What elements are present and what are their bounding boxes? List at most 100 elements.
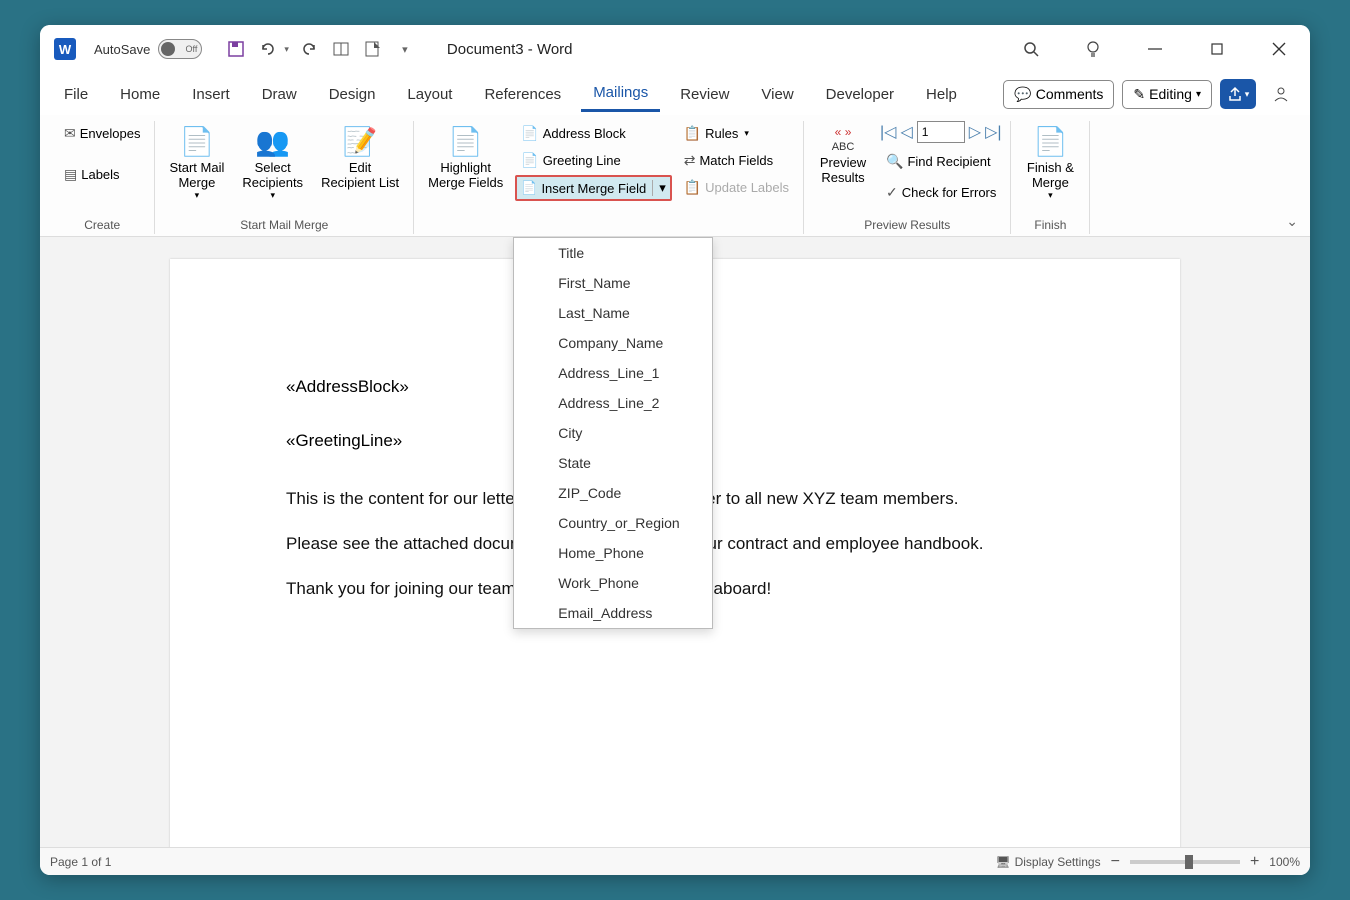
doc-field-icon: 📄 xyxy=(521,180,537,196)
merge-field-item[interactable]: Address_Line_1 xyxy=(514,358,712,388)
rules-icon: 📋 xyxy=(684,125,701,142)
comments-button[interactable]: 💬Comments xyxy=(1003,80,1114,109)
first-record-button[interactable]: |◁ xyxy=(880,122,896,142)
chevron-down-icon[interactable]: ▾ xyxy=(652,180,666,196)
tab-design[interactable]: Design xyxy=(317,78,388,111)
update-icon: 📋 xyxy=(684,179,701,196)
zoom-slider[interactable] xyxy=(1130,860,1240,864)
display-settings-button[interactable]: 🖥Display Settings xyxy=(995,855,1100,869)
editing-mode-button[interactable]: ✎Editing▾ xyxy=(1122,80,1212,109)
finish-merge-button[interactable]: 📄Finish & Merge▾ xyxy=(1019,121,1081,205)
qat-icon-2[interactable] xyxy=(361,37,385,61)
chevron-down-icon: ▾ xyxy=(1196,89,1201,100)
merge-field-item[interactable]: Work_Phone xyxy=(514,568,712,598)
zoom-in-button[interactable]: + xyxy=(1250,853,1259,871)
next-record-button[interactable]: ▷ xyxy=(969,122,981,142)
group-preview: « »ABCPreview Results |◁ ◁ ▷ ▷| 🔍Find Re… xyxy=(804,121,1011,234)
qat-customize[interactable]: ▾ xyxy=(393,37,417,61)
update-labels-button: 📋Update Labels xyxy=(678,175,795,200)
merge-field-item[interactable]: First_Name xyxy=(514,268,712,298)
tab-layout[interactable]: Layout xyxy=(395,78,464,111)
match-fields-button[interactable]: ⇄Match Fields xyxy=(678,148,795,173)
tab-file[interactable]: File xyxy=(52,78,100,111)
address-block-button[interactable]: 📄Address Block xyxy=(515,121,671,146)
tab-review[interactable]: Review xyxy=(668,78,741,111)
monitor-icon: 🖥 xyxy=(995,855,1010,869)
envelope-icon: ✉ xyxy=(64,125,76,142)
doc-icon: 📄 xyxy=(521,125,538,142)
match-icon: ⇄ xyxy=(684,152,696,169)
tab-view[interactable]: View xyxy=(749,78,805,111)
merge-field-item[interactable]: State xyxy=(514,448,712,478)
find-icon: 🔍 xyxy=(886,153,903,170)
highlight-merge-fields-button[interactable]: 📄Highlight Merge Fields xyxy=(422,121,509,194)
select-recipients-button[interactable]: 👥Select Recipients▾ xyxy=(236,121,309,205)
doc-icon: 📄 xyxy=(521,152,538,169)
app-window: AutoSave Off ▾ ▾ Document3 - Word File H… xyxy=(40,25,1310,875)
merge-field-item[interactable]: City xyxy=(514,418,712,448)
tab-mailings[interactable]: Mailings xyxy=(581,76,660,112)
insert-merge-field-button[interactable]: 📄 Insert Merge Field ▾ xyxy=(515,175,671,201)
tab-home[interactable]: Home xyxy=(108,78,172,111)
group-finish: 📄Finish & Merge▾ Finish xyxy=(1011,121,1090,234)
idea-icon[interactable] xyxy=(1076,32,1110,66)
save-button[interactable] xyxy=(224,37,248,61)
edit-list-icon: 📝 xyxy=(343,125,378,158)
labels-button[interactable]: ▤Labels xyxy=(58,162,146,187)
close-button[interactable] xyxy=(1262,32,1296,66)
merge-field-dropdown: TitleFirst_NameLast_NameCompany_NameAddr… xyxy=(513,237,713,629)
collapse-ribbon-button[interactable]: ⌄ xyxy=(1286,213,1298,230)
title-bar: AutoSave Off ▾ ▾ Document3 - Word xyxy=(40,25,1310,73)
group-start-merge: 📄Start Mail Merge▾ 👥Select Recipients▾ 📝… xyxy=(155,121,414,234)
merge-field-item[interactable]: Country_or_Region xyxy=(514,508,712,538)
redo-button[interactable] xyxy=(297,37,321,61)
maximize-button[interactable] xyxy=(1200,32,1234,66)
tab-help[interactable]: Help xyxy=(914,78,969,111)
autosave-label: AutoSave xyxy=(94,42,150,57)
tab-developer[interactable]: Developer xyxy=(814,78,906,111)
merge-field-item[interactable]: Home_Phone xyxy=(514,538,712,568)
account-icon[interactable] xyxy=(1264,77,1298,111)
record-number-input[interactable] xyxy=(917,121,965,143)
greeting-line-button[interactable]: 📄Greeting Line xyxy=(515,148,671,173)
record-navigation: |◁ ◁ ▷ ▷| xyxy=(880,121,1002,143)
highlight-icon: 📄 xyxy=(448,125,483,158)
group-create: ✉Envelopes ▤Labels Create xyxy=(50,121,155,234)
undo-dropdown[interactable]: ▾ xyxy=(284,44,289,55)
share-button[interactable]: ▾ xyxy=(1220,79,1256,109)
envelopes-button[interactable]: ✉Envelopes xyxy=(58,121,146,146)
tab-insert[interactable]: Insert xyxy=(180,78,242,111)
people-icon: 👥 xyxy=(255,125,290,158)
merge-field-item[interactable]: Address_Line_2 xyxy=(514,388,712,418)
finish-icon: 📄 xyxy=(1033,125,1068,158)
tab-references[interactable]: References xyxy=(472,78,573,111)
preview-results-button[interactable]: « »ABCPreview Results xyxy=(812,121,874,189)
minimize-button[interactable] xyxy=(1138,32,1172,66)
tab-draw[interactable]: Draw xyxy=(250,78,309,111)
document-area[interactable]: «AddressBlock» «GreetingLine» This is th… xyxy=(40,237,1310,847)
document-title: Document3 - Word xyxy=(447,41,1014,58)
autosave-toggle[interactable]: Off xyxy=(158,39,202,59)
merge-field-item[interactable]: ZIP_Code xyxy=(514,478,712,508)
zoom-out-button[interactable]: − xyxy=(1111,853,1120,871)
qat-icon-1[interactable] xyxy=(329,37,353,61)
labels-icon: ▤ xyxy=(64,166,77,183)
comment-icon: 💬 xyxy=(1014,86,1031,103)
merge-field-item[interactable]: Title xyxy=(514,238,712,268)
page-indicator[interactable]: Page 1 of 1 xyxy=(50,855,111,869)
ribbon-tabs: File Home Insert Draw Design Layout Refe… xyxy=(40,73,1310,115)
word-logo-icon xyxy=(54,38,76,60)
find-recipient-button[interactable]: 🔍Find Recipient xyxy=(880,149,1002,174)
prev-record-button[interactable]: ◁ xyxy=(900,122,912,142)
undo-button[interactable] xyxy=(256,37,280,61)
merge-field-item[interactable]: Email_Address xyxy=(514,598,712,628)
merge-field-item[interactable]: Last_Name xyxy=(514,298,712,328)
start-mail-merge-button[interactable]: 📄Start Mail Merge▾ xyxy=(163,121,230,205)
merge-field-item[interactable]: Company_Name xyxy=(514,328,712,358)
rules-button[interactable]: 📋Rules▾ xyxy=(678,121,795,146)
check-errors-button[interactable]: ✓Check for Errors xyxy=(880,180,1002,205)
last-record-button[interactable]: ▷| xyxy=(985,122,1001,142)
edit-recipient-list-button[interactable]: 📝Edit Recipient List xyxy=(315,121,405,194)
search-icon[interactable] xyxy=(1014,32,1048,66)
zoom-level[interactable]: 100% xyxy=(1269,855,1300,869)
